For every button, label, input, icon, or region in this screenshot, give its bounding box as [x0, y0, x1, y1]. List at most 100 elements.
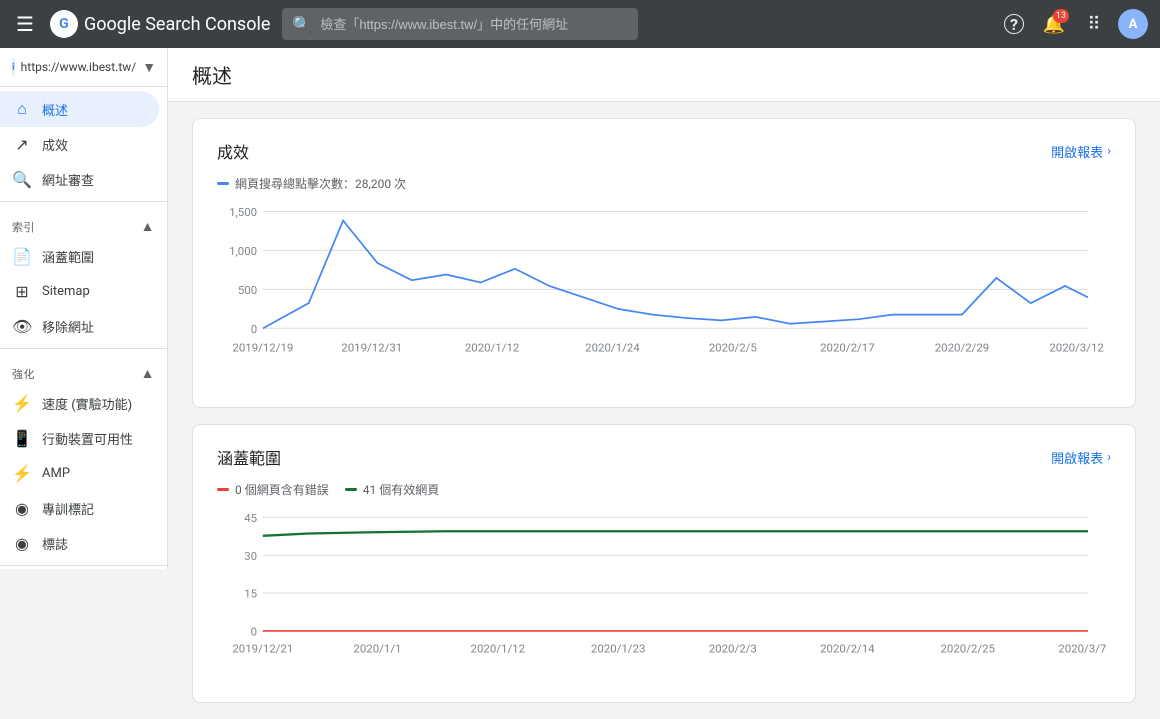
sidebar-label-performance: 成效: [42, 135, 68, 154]
sidebar-label-breadcrumbs: 標誌: [42, 534, 68, 553]
site-icon: i: [12, 58, 15, 76]
coverage-legend-valid: 41 個有效網頁: [345, 481, 439, 498]
svg-text:45: 45: [244, 511, 257, 525]
sidebar-label-sitemap: Sitemap: [42, 284, 90, 299]
coverage-open-report-label: 開啟報表: [1051, 448, 1103, 467]
coverage-legend: 0 個網頁含有錯誤 41 個有效網頁: [217, 481, 1111, 498]
menu-icon[interactable]: ☰: [12, 8, 38, 40]
svg-text:1,500: 1,500: [229, 205, 257, 219]
sidebar-item-mobile[interactable]: 📱 行動裝置可用性: [0, 421, 159, 456]
user-avatar[interactable]: A: [1118, 9, 1148, 39]
sidebar-label-overview: 概述: [42, 100, 68, 119]
apps-icon: ⠿: [1087, 14, 1100, 35]
sidebar-item-url-inspection[interactable]: 🔍 網址審查: [0, 162, 159, 197]
performance-card-title: 成效: [217, 139, 249, 163]
structured-icon: ◉: [12, 499, 32, 518]
coverage-legend-error: 0 個網頁含有錯誤: [217, 481, 329, 498]
topbar-actions: ? 🔔 13 ⠿ A: [998, 8, 1148, 40]
coverage-icon: 📄: [12, 247, 32, 266]
svg-text:2020/2/5: 2020/2/5: [709, 340, 757, 354]
sidebar-item-speed[interactable]: ⚡ 速度 (實驗功能): [0, 386, 159, 421]
performance-legend: 網頁搜尋總點擊次數：28,200 次: [217, 175, 1111, 192]
sidebar-label-mobile: 行動裝置可用性: [42, 429, 133, 448]
performance-chevron-right-icon: ›: [1107, 144, 1111, 159]
sidebar-label-speed: 速度 (實驗功能): [42, 394, 132, 413]
performance-legend-clicks: 網頁搜尋總點擊次數：28,200 次: [217, 175, 406, 192]
svg-text:2020/3/7: 2020/3/7: [1058, 642, 1106, 656]
notification-button[interactable]: 🔔 13: [1038, 8, 1070, 40]
sidebar-item-amp[interactable]: ⚡ AMP: [0, 456, 159, 491]
divider-2: [0, 348, 167, 349]
main-content: 成效 開啟報表 › 網頁搜尋總點擊次數：28,200 次: [168, 102, 1160, 719]
performance-open-report-link[interactable]: 開啟報表 ›: [1051, 142, 1111, 161]
mobile-icon: 📱: [12, 429, 32, 448]
svg-text:2020/1/12: 2020/1/12: [465, 340, 520, 354]
svg-text:2020/1/1: 2020/1/1: [353, 642, 401, 656]
svg-text:2020/1/12: 2020/1/12: [471, 642, 526, 656]
performance-card-header: 成效 開啟報表 ›: [217, 139, 1111, 163]
error-legend-label: 0 個網頁含有錯誤: [235, 481, 329, 498]
search-input[interactable]: [320, 17, 628, 32]
help-icon: ?: [1004, 14, 1024, 34]
svg-text:2020/2/25: 2020/2/25: [940, 642, 995, 656]
svg-text:0: 0: [251, 625, 257, 639]
sidebar-item-performance[interactable]: ↗ 成效: [0, 127, 159, 162]
performance-chart-svg: 1,500 1,000 500 0 2019/12/19 2019/12/31 …: [217, 200, 1111, 383]
error-legend-dot: [217, 488, 229, 491]
index-section-chevron[interactable]: ▲: [141, 218, 155, 235]
site-url: https://www.ibest.tw/: [21, 60, 137, 74]
topbar: ☰ G Google Search Console 🔍 ? 🔔 13 ⠿ A: [0, 0, 1160, 48]
site-dropdown-arrow: ▼: [142, 59, 156, 76]
coverage-chart: 45 30 15 0 2019/12/21 2020/1/1 2020/1/12…: [217, 506, 1111, 682]
coverage-card-header: 涵蓋範圍 開啟報表 ›: [217, 445, 1111, 469]
page-title: 概述: [168, 48, 1160, 102]
performance-icon: ↗: [12, 135, 32, 154]
svg-text:2020/2/14: 2020/2/14: [820, 642, 875, 656]
speed-icon: ⚡: [12, 394, 32, 413]
site-selector[interactable]: i https://www.ibest.tw/ ▼: [0, 48, 167, 87]
svg-text:15: 15: [244, 587, 257, 601]
apps-button[interactable]: ⠿: [1078, 8, 1110, 40]
enhance-section-chevron[interactable]: ▲: [141, 365, 155, 382]
sidebar-item-removals[interactable]: 👁 移除網址: [0, 309, 159, 344]
sitemap-icon: ⊞: [12, 282, 32, 301]
index-section-label: 索引: [12, 219, 35, 235]
svg-text:2020/2/29: 2020/2/29: [935, 340, 990, 354]
sidebar-item-structured[interactable]: ◉ 專訓標記: [0, 491, 159, 526]
sidebar-item-sitemap[interactable]: ⊞ Sitemap: [0, 274, 159, 309]
google-logo-icon: G: [50, 10, 78, 38]
breadcrumbs-icon: ◉: [12, 534, 32, 553]
index-section-header: 索引 ▲: [0, 206, 167, 239]
svg-text:2020/2/17: 2020/2/17: [820, 340, 875, 354]
app-title: Google Search Console: [84, 14, 270, 35]
valid-legend-dot: [345, 488, 357, 491]
clicks-legend-label: 網頁搜尋總點擊次數：28,200 次: [235, 175, 406, 192]
removals-icon: 👁: [12, 317, 32, 336]
performance-open-report-label: 開啟報表: [1051, 142, 1103, 161]
performance-chart: 1,500 1,000 500 0 2019/12/19 2019/12/31 …: [217, 200, 1111, 387]
divider-1: [0, 201, 167, 202]
coverage-open-report-link[interactable]: 開啟報表 ›: [1051, 448, 1111, 467]
svg-text:2020/2/3: 2020/2/3: [709, 642, 757, 656]
svg-text:1,000: 1,000: [229, 244, 257, 258]
performance-card: 成效 開啟報表 › 網頁搜尋總點擊次數：28,200 次: [192, 118, 1136, 408]
sidebar-item-overview[interactable]: ⌂ 概述: [0, 91, 159, 127]
svg-text:2019/12/31: 2019/12/31: [341, 340, 402, 354]
coverage-chart-svg: 45 30 15 0 2019/12/21 2020/1/1 2020/1/12…: [217, 506, 1111, 678]
clicks-legend-dot: [217, 182, 229, 185]
sidebar: i https://www.ibest.tw/ ▼ ⌂ 概述 ↗ 成效 🔍 網址…: [0, 48, 168, 569]
svg-text:500: 500: [238, 283, 257, 297]
enhance-section-label: 強化: [12, 366, 35, 382]
sidebar-label-coverage: 涵蓋範圍: [42, 247, 94, 266]
sidebar-label-amp: AMP: [42, 466, 70, 481]
help-button[interactable]: ?: [998, 8, 1030, 40]
search-bar[interactable]: 🔍: [282, 8, 638, 40]
sidebar-label-removals: 移除網址: [42, 317, 94, 336]
sidebar-nav: ⌂ 概述 ↗ 成效 🔍 網址審查 索引 ▲ 📄 涵蓋範圍 ⊞ Si: [0, 87, 167, 569]
notification-badge: 13: [1053, 9, 1069, 23]
app-logo: G Google Search Console: [50, 10, 270, 38]
sidebar-item-coverage[interactable]: 📄 涵蓋範圍: [0, 239, 159, 274]
sidebar-item-breadcrumbs[interactable]: ◉ 標誌: [0, 526, 159, 561]
home-icon: ⌂: [12, 99, 32, 119]
divider-3: [0, 565, 167, 566]
